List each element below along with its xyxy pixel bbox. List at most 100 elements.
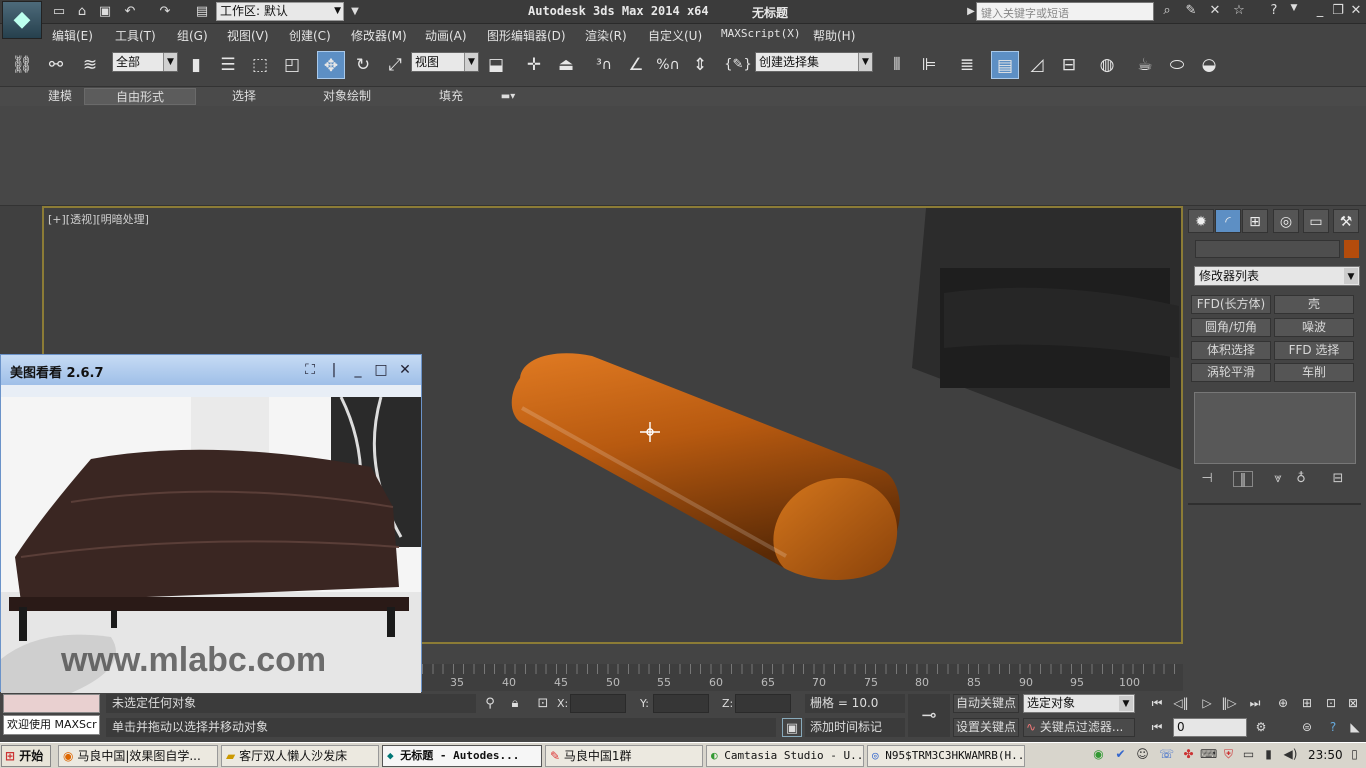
show-end-result-icon[interactable]: ‖ xyxy=(1233,471,1253,487)
select-by-name-icon[interactable]: ☰ xyxy=(214,51,242,79)
tray-app-icon[interactable]: ✤ xyxy=(1180,747,1197,764)
menu-group[interactable]: 组(G) xyxy=(177,27,208,44)
angle-snap-icon[interactable]: ∠ xyxy=(622,51,650,79)
display-panel-icon[interactable]: ▭ xyxy=(1303,209,1329,233)
z-coordinate-field[interactable] xyxy=(735,694,791,713)
menu-edit[interactable]: 编辑(E) xyxy=(52,27,93,44)
clock[interactable]: 23:50 xyxy=(1308,748,1343,762)
menu-modifiers[interactable]: 修改器(M) xyxy=(351,27,407,44)
create-panel-icon[interactable]: ✹ xyxy=(1188,209,1214,233)
menu-tools[interactable]: 工具(T) xyxy=(115,27,156,44)
render-production-icon[interactable]: ◒ xyxy=(1195,51,1223,79)
zoom-extents-all-icon[interactable]: ⊠ xyxy=(1342,694,1364,713)
make-unique-icon[interactable]: ⩔ xyxy=(1268,471,1288,487)
image-viewer-window[interactable]: 美图看看 2.6.7 ⛶ | _ □ ✕ www.mlabc.com xyxy=(0,354,422,693)
lathe-button[interactable]: 车削 xyxy=(1274,363,1354,382)
volume-select-button[interactable]: 体积选择 xyxy=(1191,341,1271,360)
menu-customize[interactable]: 自定义(U) xyxy=(648,27,702,44)
maxscript-listener-mini[interactable] xyxy=(3,694,100,713)
tab-populate[interactable]: 填充 xyxy=(416,88,486,105)
select-and-link-icon[interactable]: ⛓ xyxy=(8,51,36,79)
selection-filter-dropdown[interactable]: 全部 ▼ xyxy=(112,52,178,72)
help-mini-icon[interactable]: ? xyxy=(1322,718,1344,737)
noise-button[interactable]: 噪波 xyxy=(1274,318,1354,337)
tab-modeling[interactable]: 建模 xyxy=(28,88,92,105)
menu-rendering[interactable]: 渲染(R) xyxy=(585,27,627,44)
selection-lock-icon[interactable]: 🔒︎ xyxy=(505,694,525,713)
hierarchy-panel-icon[interactable]: ⊞ xyxy=(1242,209,1268,233)
schematic-view-icon[interactable]: ⊟ xyxy=(1055,51,1083,79)
maxscript-prompt[interactable]: 欢迎使用 MAXScr xyxy=(3,715,100,735)
tray-keyboard-icon[interactable]: ⌨ xyxy=(1200,747,1217,764)
search-input[interactable]: 键入关键字或短语 xyxy=(976,2,1154,21)
y-coordinate-field[interactable] xyxy=(653,694,709,713)
x-coordinate-field[interactable] xyxy=(570,694,626,713)
minimize-icon[interactable]: _ xyxy=(1310,3,1330,21)
minimize-icon[interactable]: _ xyxy=(347,360,369,380)
tab-object-paint[interactable]: 对象绘制 xyxy=(300,88,394,105)
ribbon-options-icon[interactable]: ▬▾ xyxy=(494,88,522,105)
reference-coordinate-dropdown[interactable]: 视图 ▼ xyxy=(411,52,479,72)
taskbar-item-browser-2[interactable]: ◎ N95$TRM3C3HKWAMRB(H... xyxy=(867,745,1025,767)
edit-named-selection-icon[interactable]: {✎} xyxy=(724,51,752,79)
bind-space-warp-icon[interactable]: ≋ xyxy=(76,51,104,79)
add-time-tag-button[interactable]: 添加时间标记 xyxy=(805,718,905,737)
taskbar-item-camtasia[interactable]: ◐ Camtasia Studio - U... xyxy=(706,745,864,767)
utilities-panel-icon[interactable]: ⚒ xyxy=(1333,209,1359,233)
unlink-icon[interactable]: ⚯ xyxy=(42,51,70,79)
binoculars-icon[interactable]: ⌕ xyxy=(1157,3,1177,21)
object-name-field[interactable] xyxy=(1195,240,1340,258)
menu-maxscript[interactable]: MAXScript(X) xyxy=(721,27,800,40)
current-frame-field[interactable]: 0 xyxy=(1173,718,1247,737)
material-editor-icon[interactable]: ◍ xyxy=(1093,51,1121,79)
tools-icon[interactable]: ✎ xyxy=(1181,3,1201,21)
menu-views[interactable]: 视图(V) xyxy=(227,27,269,44)
exchange-icon[interactable]: ✕ xyxy=(1205,3,1225,21)
select-and-scale-icon[interactable]: ⤢ xyxy=(381,51,409,79)
redo-icon[interactable]: ↷ xyxy=(156,3,174,21)
close-icon[interactable]: ✕ xyxy=(394,360,416,380)
align-icon[interactable]: ⊫ xyxy=(915,51,943,79)
help-dropdown-icon[interactable]: ▼ xyxy=(1284,3,1304,21)
taskbar-item-3dsmax[interactable]: ◆ 无标题 - Autodes... xyxy=(382,745,542,767)
set-key-button[interactable]: 设置关键点 xyxy=(953,718,1019,737)
menu-help[interactable]: 帮助(H) xyxy=(813,27,855,44)
help-icon[interactable]: ? xyxy=(1264,3,1284,21)
key-selection-dropdown[interactable]: 选定对象 ▼ xyxy=(1023,694,1135,713)
play-icon[interactable]: ▷ xyxy=(1196,694,1218,713)
menu-animation[interactable]: 动画(A) xyxy=(425,27,467,44)
graphite-tools-toggle-icon[interactable]: ▤ xyxy=(991,51,1019,79)
window-crossing-icon[interactable]: ◰ xyxy=(278,51,306,79)
isolate-selection-icon[interactable]: ⚲ xyxy=(480,694,500,713)
workspace-dropdown[interactable]: 工作区: 默认 ▼ xyxy=(216,2,344,21)
time-configuration-icon[interactable]: ⚙ xyxy=(1250,718,1272,737)
curve-editor-icon[interactable]: ◿ xyxy=(1023,51,1051,79)
maximize-icon[interactable]: □ xyxy=(370,360,392,380)
keyboard-shortcut-override-icon[interactable]: ⏏ xyxy=(552,51,580,79)
named-selection-set-dropdown[interactable]: 创建选择集 ▼ xyxy=(755,52,873,72)
percent-snap-icon[interactable]: %∩ xyxy=(654,51,682,79)
pin-stack-icon[interactable]: ⊣ xyxy=(1197,471,1217,487)
chamfer-button[interactable]: 圆角/切角 xyxy=(1191,318,1271,337)
tray-im-icon[interactable]: ☏ xyxy=(1158,747,1175,764)
quick-access-menu-icon[interactable]: ▼ xyxy=(346,3,364,21)
select-and-manipulate-icon[interactable]: ✛ xyxy=(520,51,548,79)
remove-modifier-icon[interactable]: ♁ xyxy=(1291,471,1311,487)
tab-freeform[interactable]: 自由形式 xyxy=(84,88,196,105)
new-file-icon[interactable]: ▭ xyxy=(50,3,68,21)
tray-qq-icon[interactable]: ☺ xyxy=(1134,747,1151,764)
absolute-transform-icon[interactable]: ⊡ xyxy=(533,694,553,713)
tray-360-icon[interactable]: ◉ xyxy=(1090,747,1107,764)
fullscreen-icon[interactable]: ⛶ xyxy=(299,360,321,380)
favorites-star-icon[interactable]: ☆ xyxy=(1229,3,1249,21)
key-mode-toggle-icon[interactable]: ⏮ xyxy=(1146,718,1168,737)
select-object-icon[interactable]: ▮ xyxy=(182,51,210,79)
modify-panel-icon[interactable]: ◜ xyxy=(1215,209,1241,233)
project-folder-icon[interactable]: ▤ xyxy=(193,3,211,21)
mirror-icon[interactable]: ⫴ xyxy=(883,51,911,79)
motion-panel-icon[interactable]: ◎ xyxy=(1273,209,1299,233)
spinner-snap-icon[interactable]: ⇕ xyxy=(686,51,714,79)
time-tag-icon[interactable]: ▣ xyxy=(782,718,802,737)
show-desktop-icon[interactable]: ▯ xyxy=(1346,747,1363,764)
ffd-box-button[interactable]: FFD(长方体) xyxy=(1191,295,1271,314)
